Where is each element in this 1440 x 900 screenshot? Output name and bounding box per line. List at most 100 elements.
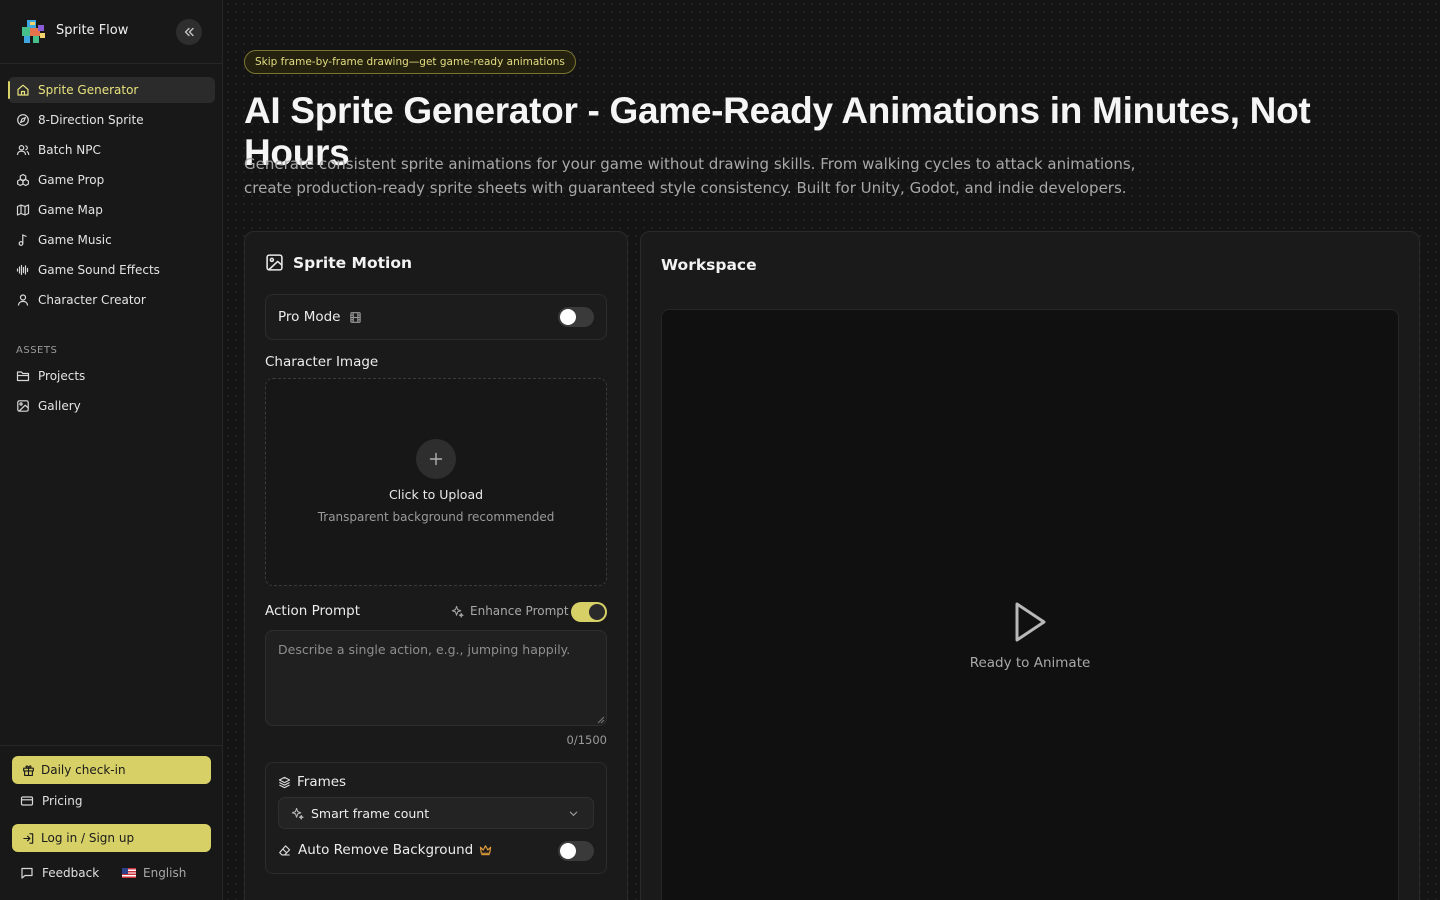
sidebar-item-label: 8-Direction Sprite <box>38 113 144 127</box>
eraser-icon <box>279 844 291 856</box>
sidebar-item-label: Batch NPC <box>38 143 101 157</box>
workspace-panel: Workspace Ready to Animate <box>640 231 1420 900</box>
main-content: Skip frame-by-frame drawing—get game-rea… <box>224 0 1440 900</box>
home-icon <box>17 84 29 96</box>
assets-nav: Projects Gallery <box>8 363 215 423</box>
music-icon <box>18 234 27 246</box>
users-icon <box>16 145 30 156</box>
feedback-link[interactable]: Feedback <box>20 866 99 880</box>
sprite-motion-title: Sprite Motion <box>265 253 412 272</box>
login-signup-label: Log in / Sign up <box>41 831 135 845</box>
workspace-title: Workspace <box>661 256 757 274</box>
auto-remove-bg-label-group: Auto Remove Background <box>278 842 492 858</box>
credit-card-icon <box>20 796 34 806</box>
toggle-knob <box>589 604 605 620</box>
action-prompt-input[interactable] <box>265 630 607 726</box>
language-label: English <box>143 866 187 880</box>
pro-mode-row: Pro Mode <box>265 294 607 340</box>
sidebar-item-label: Gallery <box>38 399 81 413</box>
sidebar-item-label: Game Map <box>38 203 103 217</box>
sidebar-item-game-prop[interactable]: Game Prop <box>8 167 215 193</box>
char-counter: 0/1500 <box>566 733 607 747</box>
sidebar-item-character-creator[interactable]: Character Creator <box>8 287 215 313</box>
sidebar-item-label: Game Prop <box>38 173 105 187</box>
subtitle-line-1: Generate consistent sprite animations fo… <box>244 155 1136 173</box>
daily-checkin-button[interactable]: Daily check-in <box>12 756 211 784</box>
resize-grip-icon[interactable] <box>597 716 605 724</box>
enhance-prompt-label: Enhance Prompt <box>470 604 569 618</box>
frame-count-select[interactable]: Smart frame count <box>278 797 594 829</box>
sidebar-item-8-direction-sprite[interactable]: 8-Direction Sprite <box>8 107 215 133</box>
film-icon <box>350 312 361 323</box>
sidebar-item-gallery[interactable]: Gallery <box>8 393 215 419</box>
compass-icon <box>17 114 29 126</box>
login-signup-button[interactable]: Log in / Sign up <box>12 824 211 852</box>
brand-name: Sprite Flow <box>56 23 129 38</box>
auto-remove-bg-label: Auto Remove Background <box>298 842 474 858</box>
enhance-prompt-toggle[interactable] <box>571 602 607 622</box>
sidebar-item-batch-npc[interactable]: Batch NPC <box>8 137 215 163</box>
crown-icon <box>480 845 492 856</box>
brand-header: Sprite Flow <box>0 0 222 64</box>
subtitle-line-2: create production-ready sprite sheets wi… <box>244 179 1127 197</box>
sidebar-item-game-map[interactable]: Game Map <box>8 197 215 223</box>
log-in-icon <box>23 832 34 844</box>
sparkles-icon <box>451 605 464 618</box>
image-icon <box>266 254 283 271</box>
gift-icon <box>23 764 34 776</box>
sidebar-item-label: Character Creator <box>38 293 146 307</box>
us-flag-icon <box>122 868 136 878</box>
panel-title-text: Sprite Motion <box>293 253 413 272</box>
frame-count-value: Smart frame count <box>311 805 430 821</box>
pricing-label: Pricing <box>42 794 83 808</box>
toggle-knob <box>560 309 576 325</box>
plus-icon <box>416 439 456 479</box>
image-icon <box>17 400 29 412</box>
enhance-prompt-label-group: Enhance Prompt <box>451 604 569 618</box>
sparkles-icon <box>291 807 304 820</box>
toggle-knob <box>560 843 576 859</box>
sidebar-item-label: Game Sound Effects <box>38 263 160 277</box>
daily-checkin-label: Daily check-in <box>41 763 126 777</box>
message-square-icon <box>21 867 33 879</box>
map-icon <box>16 204 30 216</box>
chevrons-left-icon <box>184 27 194 37</box>
action-prompt-label: Action Prompt <box>265 603 361 619</box>
pro-mode-toggle[interactable] <box>558 307 594 327</box>
user-icon <box>17 294 29 306</box>
sidebar-item-label: Projects <box>38 369 86 383</box>
folder-icon <box>16 371 30 382</box>
sidebar-item-projects[interactable]: Projects <box>8 363 215 389</box>
auto-remove-bg-toggle[interactable] <box>558 841 594 861</box>
hero-badge: Skip frame-by-frame drawing—get game-rea… <box>244 50 576 74</box>
frames-label-group: Frames <box>278 774 346 790</box>
upload-hint: Transparent background recommended <box>317 510 555 524</box>
feedback-label: Feedback <box>42 866 100 880</box>
layers-icon <box>278 776 291 788</box>
chevron-down-icon <box>569 811 578 816</box>
pricing-link[interactable]: Pricing <box>20 794 82 808</box>
sidebar-item-game-sound-effects[interactable]: Game Sound Effects <box>8 257 215 283</box>
frames-section: Frames Smart frame count Auto Remove Bac… <box>265 762 607 874</box>
pro-mode-label: Pro Mode <box>278 309 341 325</box>
assets-section-label: ASSETS <box>16 345 58 356</box>
page-subtitle: Generate consistent sprite animations fo… <box>244 152 1144 200</box>
play-icon <box>1015 602 1046 642</box>
sprite-flow-logo-icon <box>22 20 45 43</box>
frames-label: Frames <box>297 774 347 790</box>
sidebar-item-label: Sprite Generator <box>38 83 139 97</box>
language-selector[interactable]: English <box>122 866 186 880</box>
workspace-canvas: Ready to Animate <box>661 309 1399 900</box>
collapse-sidebar-button[interactable] <box>176 19 202 45</box>
upload-title: Click to Upload <box>388 487 484 502</box>
workspace-status: Ready to Animate <box>969 655 1091 671</box>
sidebar-item-sprite-generator[interactable]: Sprite Generator <box>8 77 215 103</box>
main-nav: Sprite Generator 8-Direction Sprite Batc… <box>8 77 215 317</box>
sidebar: Sprite Flow Sprite Generator 8-Direction… <box>0 0 223 900</box>
sprite-motion-panel: Sprite Motion Pro Mode Character Image C… <box>244 231 628 900</box>
sidebar-item-game-music[interactable]: Game Music <box>8 227 215 253</box>
sidebar-item-label: Game Music <box>38 233 112 247</box>
character-image-upload[interactable]: Click to Upload Transparent background r… <box>265 378 607 586</box>
audio-waveform-icon <box>16 264 29 276</box>
boxes-icon <box>17 173 29 187</box>
